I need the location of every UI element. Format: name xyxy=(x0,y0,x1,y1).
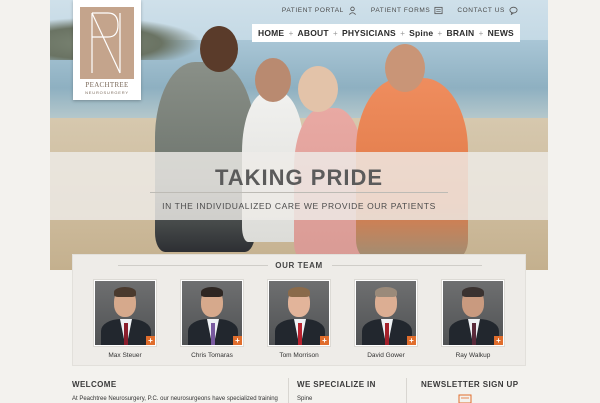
team-header-rule-right xyxy=(332,265,482,266)
team-member-name[interactable]: Ray Walkup xyxy=(441,352,505,359)
team-member-photo[interactable]: + xyxy=(93,279,157,347)
newsletter-icon xyxy=(458,394,472,403)
nav-separator-icon: + xyxy=(437,28,443,38)
team-member-photo[interactable]: + xyxy=(354,279,418,347)
plus-icon[interactable]: + xyxy=(146,336,155,345)
team-member[interactable]: + Chris Tomaras xyxy=(180,279,244,359)
specialize-item-spine[interactable]: Spine xyxy=(297,396,312,402)
main-nav: HOME + ABOUT + PHYSICIANS + Spine + BRAI… xyxy=(252,24,520,42)
column-divider xyxy=(406,378,407,403)
nav-about[interactable]: ABOUT xyxy=(298,28,329,38)
contact-us-link[interactable]: CONTACT US xyxy=(457,6,518,15)
hero-banner: TAKING PRIDE IN THE INDIVIDUALIZED CARE … xyxy=(50,152,548,220)
hero-title: TAKING PRIDE xyxy=(214,165,384,190)
plus-icon[interactable]: + xyxy=(407,336,416,345)
team-member-name[interactable]: Chris Tomaras xyxy=(180,352,244,359)
hero-tagline: IN THE INDIVIDUALIZED CARE WE PROVIDE OU… xyxy=(162,201,436,211)
newsletter-heading: NEWSLETTER SIGN UP xyxy=(421,380,519,389)
nav-brain[interactable]: BRAIN xyxy=(446,28,474,38)
hero-person-4-head xyxy=(385,44,425,92)
team-member-name[interactable]: Max Steuer xyxy=(93,352,157,359)
nav-news[interactable]: NEWS xyxy=(488,28,514,38)
site-logo[interactable]: PEACHTREE NEUROSURGERY xyxy=(73,0,141,100)
logo-name: PEACHTREE xyxy=(85,81,129,89)
team-member-name[interactable]: Tom Morrison xyxy=(267,352,331,359)
specialize-heading: WE SPECIALIZE IN xyxy=(297,380,376,389)
plus-icon[interactable]: + xyxy=(320,336,329,345)
nav-separator-icon: + xyxy=(400,28,405,38)
utility-nav: PATIENT PORTAL PATIENT FORMS CONTACT US xyxy=(282,6,518,15)
nav-home[interactable]: HOME xyxy=(258,28,284,38)
our-team-section: OUR TEAM + Max Steuer + Chris Tomaras + … xyxy=(72,254,526,366)
patient-portal-link[interactable]: PATIENT PORTAL xyxy=(282,6,357,15)
nav-spine[interactable]: Spine xyxy=(409,28,433,38)
nav-separator-icon: + xyxy=(478,28,484,38)
plus-icon[interactable]: + xyxy=(233,336,242,345)
document-icon xyxy=(434,6,443,15)
nav-separator-icon: + xyxy=(288,28,294,38)
plus-icon[interactable]: + xyxy=(494,336,503,345)
hero-person-1-head xyxy=(200,26,238,72)
chat-bubble-icon xyxy=(509,6,518,15)
column-divider xyxy=(288,378,289,403)
team-member[interactable]: + Tom Morrison xyxy=(267,279,331,359)
logo-subtitle: NEUROSURGERY xyxy=(85,90,129,95)
team-member[interactable]: + Ray Walkup xyxy=(441,279,505,359)
welcome-heading: WELCOME xyxy=(72,380,117,389)
team-member-photo[interactable]: + xyxy=(441,279,505,347)
patient-forms-link[interactable]: PATIENT FORMS xyxy=(371,6,443,15)
team-member[interactable]: + David Gower xyxy=(354,279,418,359)
logo-mark xyxy=(80,7,134,79)
team-member-photo[interactable]: + xyxy=(267,279,331,347)
team-member[interactable]: + Max Steuer xyxy=(93,279,157,359)
nav-physicians[interactable]: PHYSICIANS xyxy=(342,28,396,38)
team-member-name[interactable]: David Gower xyxy=(354,352,418,359)
person-icon xyxy=(348,6,356,15)
hero-person-3-head xyxy=(298,66,338,112)
team-member-photo[interactable]: + xyxy=(180,279,244,347)
hero-person-2-head xyxy=(255,58,291,102)
hero-divider xyxy=(150,192,448,193)
welcome-text: At Peachtree Neurosurgery, P.C. our neur… xyxy=(72,396,278,402)
nav-separator-icon: + xyxy=(333,28,338,38)
